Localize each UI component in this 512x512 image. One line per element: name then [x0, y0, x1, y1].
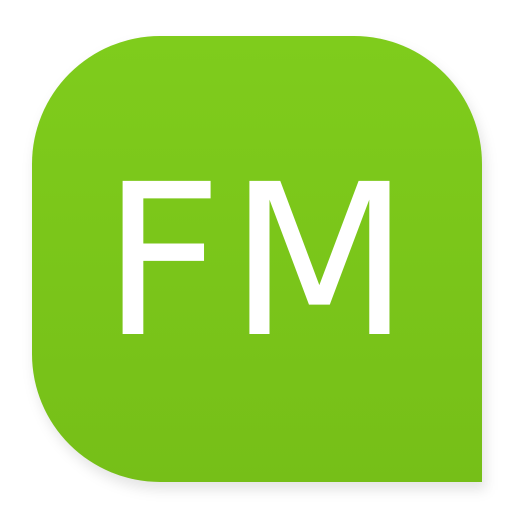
- app-icon-label: FM: [102, 139, 416, 384]
- app-icon[interactable]: FM: [32, 36, 482, 482]
- icon-canvas: FM: [0, 0, 512, 512]
